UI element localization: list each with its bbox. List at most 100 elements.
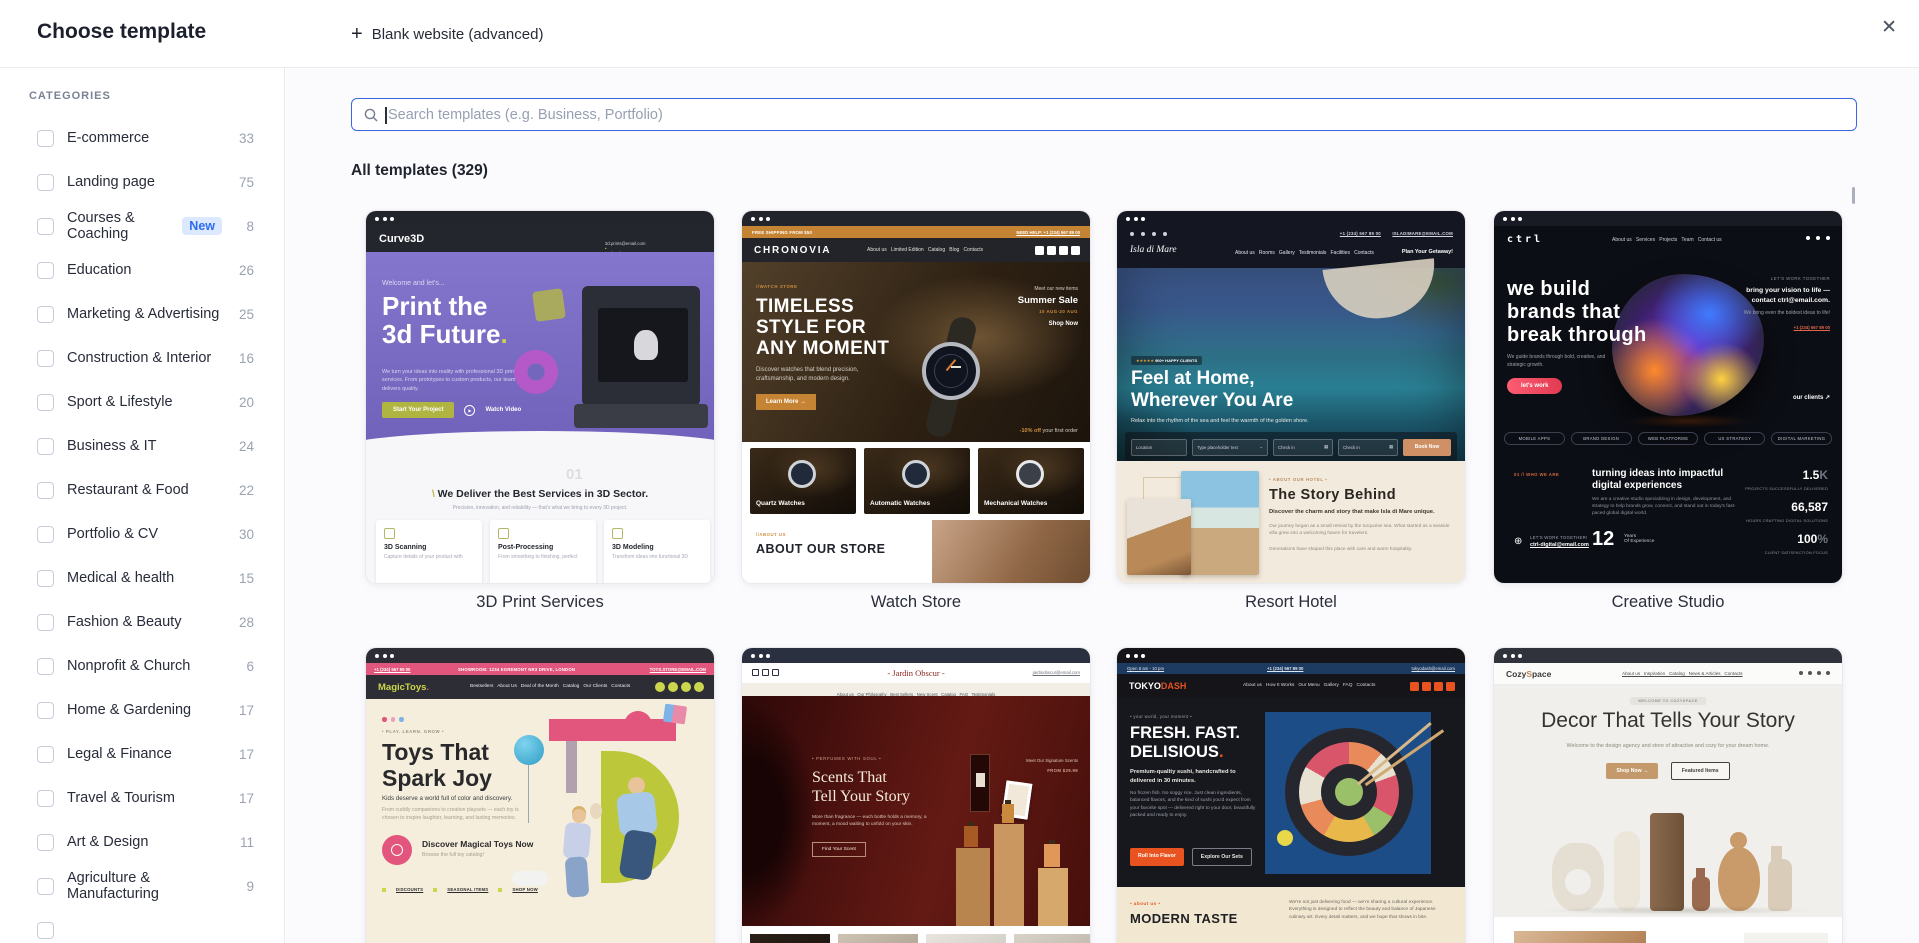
scrollbar-thumb[interactable] bbox=[1852, 187, 1855, 204]
browser-chrome bbox=[366, 648, 714, 663]
category-checkbox[interactable] bbox=[37, 701, 54, 719]
category-checkbox[interactable] bbox=[37, 393, 54, 411]
sidebar-item-ecommerce[interactable]: E-commerce 33 bbox=[0, 116, 284, 160]
twitter-icon bbox=[1446, 681, 1455, 691]
instagram-icon bbox=[1422, 681, 1431, 691]
preview-nav: About us Services Projects Team Contact … bbox=[1612, 237, 1722, 243]
sidebar-item-fashion-beauty[interactable]: Fashion & Beauty 28 bbox=[0, 600, 284, 644]
sidebar-item-nonprofit-church[interactable]: Nonprofit & Church 6 bbox=[0, 644, 284, 688]
about-photo bbox=[1127, 499, 1191, 575]
category-checkbox[interactable] bbox=[37, 217, 54, 235]
sidebar-item-partial[interactable] bbox=[0, 908, 284, 943]
category-checkbox[interactable] bbox=[37, 261, 54, 279]
preview-cta: Roll Into Flavor bbox=[1130, 848, 1184, 866]
category-checkbox[interactable] bbox=[37, 613, 54, 631]
preview-brand: TOKYODASH bbox=[1129, 681, 1187, 691]
preview-nav: About us Limited Edition Catalog Blog Co… bbox=[867, 247, 984, 253]
sidebar-item-restaurant-food[interactable]: Restaurant & Food 22 bbox=[0, 468, 284, 512]
sidebar-item-medical-health[interactable]: Medical & health 15 bbox=[0, 556, 284, 600]
youtube-icon bbox=[1434, 681, 1443, 691]
scan-icon bbox=[384, 528, 395, 539]
template-card-magictoys[interactable]: +1 (234) 567 89 00 SHOWROOM: 1234 EGREMO… bbox=[366, 648, 714, 943]
category-checkbox[interactable] bbox=[37, 305, 54, 323]
book-now-button: Book Now bbox=[1403, 438, 1451, 456]
sidebar-item-sport-lifestyle[interactable]: Sport & Lifestyle 20 bbox=[0, 380, 284, 424]
template-card-cozyspace[interactable]: CozySpace About us Inspiration Catalog N… bbox=[1494, 648, 1842, 943]
category-count: 26 bbox=[238, 262, 254, 278]
gift-icon bbox=[662, 703, 688, 725]
sidebar-item-agriculture-manufacturing[interactable]: Agriculture & Manufacturing 9 bbox=[0, 864, 284, 908]
template-name: Watch Store bbox=[870, 593, 962, 611]
category-checkbox[interactable] bbox=[37, 789, 54, 807]
sidebar-item-education[interactable]: Education 26 bbox=[0, 248, 284, 292]
category-count: 28 bbox=[238, 614, 254, 630]
category-tile: Automatic Watches bbox=[864, 448, 970, 514]
category-checkbox[interactable] bbox=[37, 657, 54, 675]
category-checkbox[interactable] bbox=[37, 481, 54, 499]
sidebar-item-portfolio-cv[interactable]: Portfolio & CV 30 bbox=[0, 512, 284, 556]
template-card-3d-print-services[interactable]: Curve3D 3d.prints@email.com • +1 (234) 5… bbox=[366, 211, 714, 583]
sidebar-item-landing-page[interactable]: Landing page 75 bbox=[0, 160, 284, 204]
feature-box: Post-Processing From smoothing to finish… bbox=[490, 520, 596, 583]
youtube-icon bbox=[772, 669, 779, 676]
preview-brand: Curve3D bbox=[379, 233, 425, 245]
twitter-icon bbox=[681, 682, 691, 692]
template-card-resort-hotel[interactable]: +1 (234) 567 89 00 ISLADIMARE@EMAIL.COM … bbox=[1117, 211, 1465, 583]
category-checkbox[interactable] bbox=[37, 349, 54, 367]
instagram-icon bbox=[1152, 232, 1156, 236]
sushi-illustration bbox=[1265, 712, 1444, 874]
youtube-icon bbox=[1816, 236, 1820, 240]
category-count: 17 bbox=[238, 702, 254, 718]
instagram-icon bbox=[1808, 671, 1812, 675]
sidebar-item-business-it[interactable]: Business & IT 24 bbox=[0, 424, 284, 468]
feature-box: 3D Modeling Transform ideas into functio… bbox=[604, 520, 710, 583]
category-checkbox[interactable] bbox=[37, 437, 54, 455]
template-card-jardin-obscur[interactable]: - Jardin Obscur - jardinobscur@email.com… bbox=[742, 648, 1090, 943]
category-checkbox[interactable] bbox=[37, 569, 54, 587]
category-checkbox[interactable] bbox=[37, 129, 54, 147]
kids-illustration bbox=[549, 719, 676, 741]
sidebar-item-marketing-advertising[interactable]: Marketing & Advertising 25 bbox=[0, 292, 284, 336]
category-checkbox[interactable] bbox=[37, 921, 54, 939]
category-checkbox[interactable] bbox=[37, 745, 54, 763]
category-count: 24 bbox=[238, 438, 254, 454]
template-card-watch-store[interactable]: FREE SHIPPING FROM $50 NEED HELP: +1 (23… bbox=[742, 211, 1090, 583]
facebook-icon bbox=[655, 682, 665, 692]
facebook-icon bbox=[752, 669, 759, 676]
close-icon[interactable]: ✕ bbox=[1881, 18, 1897, 37]
stars-icon: ★★★★★ bbox=[1136, 358, 1154, 363]
category-tile: Mechanical Watches bbox=[978, 448, 1084, 514]
sidebar-item-home-gardening[interactable]: Home & Gardening 17 bbox=[0, 688, 284, 732]
sidebar-item-construction-interior[interactable]: Construction & Interior 16 bbox=[0, 336, 284, 380]
category-count: 33 bbox=[238, 130, 254, 146]
category-count: 11 bbox=[239, 834, 254, 850]
blank-website-button[interactable]: + Blank website (advanced) bbox=[351, 0, 543, 68]
category-checkbox[interactable] bbox=[37, 173, 54, 191]
instagram-icon bbox=[668, 682, 678, 692]
about-photo bbox=[932, 520, 1090, 583]
browser-chrome bbox=[1494, 648, 1842, 663]
template-card-tokyodash[interactable]: Open 8 am - 10 pm +1 (234) 567 89 00 tok… bbox=[1117, 648, 1465, 943]
search-field[interactable] bbox=[351, 98, 1857, 131]
search-icon bbox=[364, 108, 378, 122]
calendar-icon: ▦ bbox=[1323, 444, 1328, 449]
facebook-icon bbox=[1799, 671, 1803, 675]
booking-bar: Location Type placeholder text ⌄ Check in… bbox=[1125, 432, 1457, 462]
sidebar-item-travel-tourism[interactable]: Travel & Tourism 17 bbox=[0, 776, 284, 820]
dialog-header: Choose template + Blank website (advance… bbox=[0, 0, 1919, 68]
category-checkbox[interactable] bbox=[37, 877, 54, 895]
sidebar-item-legal-finance[interactable]: Legal & Finance 17 bbox=[0, 732, 284, 776]
template-name: 3D Print Services bbox=[476, 593, 604, 611]
sidebar-item-courses-coaching[interactable]: Courses & Coaching New 8 bbox=[0, 204, 284, 248]
category-checkbox[interactable] bbox=[37, 525, 54, 543]
template-card-creative-studio[interactable]: ctrl About us Services Projects Team Con… bbox=[1494, 211, 1842, 583]
category-count: 25 bbox=[238, 306, 254, 322]
type-select: Type placeholder text ⌄ bbox=[1192, 438, 1268, 456]
plus-icon: + bbox=[351, 23, 363, 45]
category-checkbox[interactable] bbox=[37, 833, 54, 851]
search-input[interactable] bbox=[388, 99, 1848, 130]
sidebar-item-art-design[interactable]: Art & Design 11 bbox=[0, 820, 284, 864]
twitter-icon bbox=[1071, 245, 1080, 255]
checkout-field: Check in ▦ bbox=[1338, 438, 1398, 456]
preview-brand: ctrl bbox=[1507, 234, 1544, 245]
